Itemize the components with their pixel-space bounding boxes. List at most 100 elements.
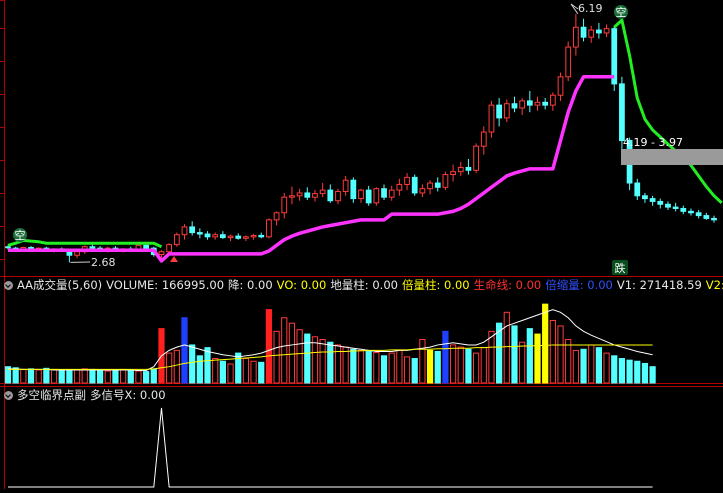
candle-body [527,101,532,105]
volume-bar [335,345,340,383]
volume-bar [174,350,179,383]
volume-bar [251,361,256,383]
candle-body [75,252,80,256]
volume-indicator-name[interactable]: AA成交量(5,60) [17,278,102,292]
low-label: 2.68 [91,256,116,269]
candle-body [259,235,264,236]
volume-bar [90,369,95,383]
signal-die: 跌 [615,261,626,275]
signal-field: 多信号X: 0.00 [90,388,166,402]
signal-kong: 空 [15,228,26,242]
volume-bar [558,326,563,383]
candle-body [359,190,364,198]
indicator-menu-icon[interactable] [4,281,13,290]
candle-body [197,233,202,234]
volume-bar [266,310,271,383]
candle-body [290,196,295,197]
volume-bar [259,362,264,383]
candle-body [190,227,195,233]
candle-body [343,180,348,191]
volume-bar [120,369,125,383]
volume-field: 地量柱: 0.00 [330,278,398,292]
volume-bar [97,370,102,383]
volume-field: 降: 0.00 [228,278,273,292]
candle-body [366,190,371,203]
volume-bar [228,364,233,383]
volume-bar [619,359,624,383]
volume-bar [220,361,225,383]
volume-bar [581,349,586,383]
candle-body [673,207,678,208]
indicator-menu-icon[interactable] [4,391,13,400]
stock-chart-window: 4.19 - 3.976.192.68空空跌 AA成交量(5,60)VOLUME… [0,0,723,489]
candle-body [297,193,302,196]
volume-bar [343,347,348,383]
volume-bar [167,353,172,383]
volume-bar [113,370,118,383]
volume-bar [105,371,110,383]
volume-bar [512,326,517,383]
candle-body [689,211,694,212]
volume-bar [282,318,287,383]
volume-field: V1: 271418.59 [617,278,702,292]
volume-bar [190,345,195,383]
volume-bar [520,342,525,383]
volume-bar [305,334,310,383]
candle-body [236,236,241,238]
volume-bar [328,342,333,383]
volume-bar [366,351,371,383]
volume-field: VOLUME: 166995.00 [106,278,224,292]
signal-indicator-name[interactable]: 多空临界点副 [17,388,86,402]
candle-body [182,227,187,235]
volume-bar [59,370,64,383]
volume-bar [612,356,617,383]
candle-body [635,183,640,196]
candle-body [336,192,341,201]
volume-bar [650,367,655,383]
volume-bar [389,353,394,383]
candle-body [643,196,648,199]
chart-canvas[interactable]: 4.19 - 3.976.192.68空空跌 [0,0,723,489]
candle-body [428,183,433,189]
candle-body [597,30,602,33]
candle-body [443,175,448,188]
candle-body [244,237,249,238]
candle-body [313,194,318,198]
candle-body [435,183,440,187]
volume-bar [466,349,471,383]
volume-bar [374,353,379,383]
high-marker [571,4,578,14]
volume-bar [21,369,26,383]
volume-bar [51,369,56,383]
volume-bar [543,304,548,383]
volume-bar [144,372,149,383]
volume-field: 生命线: 0.00 [474,278,542,292]
candle-body [144,245,149,248]
volume-bar [420,340,425,384]
candle-body [159,252,164,255]
volume-bar [527,329,532,383]
volume-bar [67,371,72,383]
candle-body [382,189,387,197]
range-box [621,149,723,165]
candle-body [90,247,95,248]
candle-body [251,235,256,236]
signal-panel-header: 多空临界点副多信号X: 0.00 [4,388,170,402]
candle-body [566,47,571,77]
signal-kong: 空 [616,5,627,19]
volume-bar [289,323,294,383]
volume-bar [504,312,509,383]
candle-body [604,29,609,33]
candle-body [6,247,11,248]
candle-body [696,213,701,216]
volume-bar [82,369,87,383]
candle-body [451,172,456,175]
volume-bar [205,348,210,383]
volume-field: 倍量柱: 0.00 [402,278,470,292]
volume-bar [427,350,432,383]
volume-bar [473,353,478,383]
candle-body [282,197,287,213]
volume-bar [312,337,317,383]
candle-body [458,167,463,171]
volume-bar [213,359,218,383]
